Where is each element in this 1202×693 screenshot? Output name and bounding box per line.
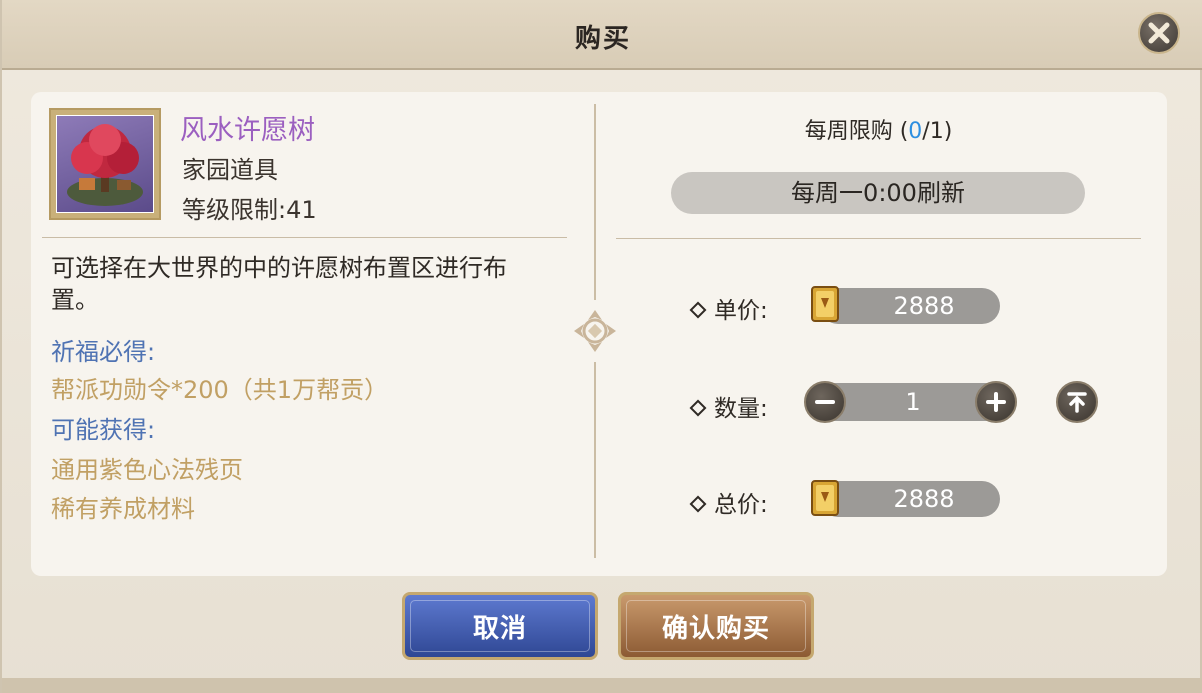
minus-icon [815,400,835,404]
weekly-limit-count: 0 [908,119,923,144]
possible-reward-item: 稀有养成材料 [51,495,195,523]
purchase-dialog: 购买 风水许愿树 家园道具 等级限制:41 可选择在大世界的中的许愿树布置区进行… [0,0,1202,693]
cancel-button[interactable]: 取消 [402,592,598,660]
close-button[interactable] [1138,12,1180,54]
divider-right [616,238,1141,239]
blessing-label: 祈福必得: [51,338,156,366]
total-price-value: 2888 [820,481,1000,517]
close-icon [1148,22,1170,44]
item-level-limit: 等级限制:41 [182,196,317,224]
diamond-bullet-icon [689,399,707,416]
dialog-title: 购买 [574,24,631,54]
possible-reward-item: 通用紫色心法残页 [51,456,243,484]
total-price-label: 总价: [689,485,768,519]
unit-price-value: 2888 [820,288,1000,324]
title-bar: 购买 [2,0,1202,70]
wishing-tree-icon [56,115,154,213]
item-name: 风水许愿树 [180,115,315,146]
diamond-bullet-icon [689,495,707,512]
weekly-limit: 每周限购 (0/1) [804,119,953,144]
vertical-divider [594,362,596,558]
divider-left [42,237,567,238]
quantity-label: 数量: [689,389,768,423]
refresh-time-badge: 每周一0:00刷新 [671,172,1085,214]
decrease-quantity-button[interactable] [804,381,846,423]
bottom-border [2,678,1202,693]
currency-token-icon [808,478,842,518]
increase-quantity-button[interactable] [975,381,1017,423]
item-type: 家园道具 [182,156,278,184]
vertical-divider [594,104,596,300]
possible-label: 可能获得: [51,416,156,444]
confirm-purchase-button[interactable]: 确认购买 [618,592,814,660]
unit-price-label: 单价: [689,291,768,325]
currency-token-icon [808,284,842,324]
item-description: 可选择在大世界的中的许愿树布置区进行布置。 [51,254,507,314]
max-arrow-icon [1067,392,1087,413]
diamond-bullet-icon [689,301,707,318]
item-icon-frame [49,108,161,220]
plus-icon [986,392,1006,412]
ornament-icon [572,308,618,354]
blessing-reward: 帮派功勋令*200（共1万帮贡） [51,376,389,404]
max-quantity-button[interactable] [1056,381,1098,423]
